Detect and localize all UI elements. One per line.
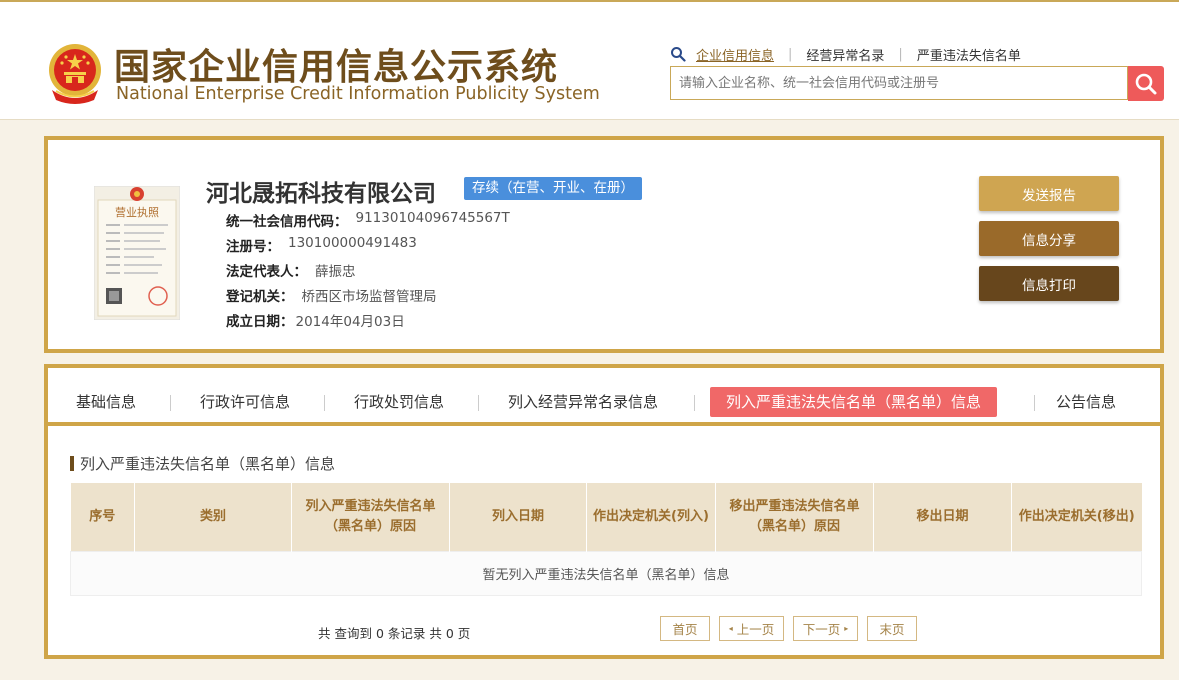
search-button[interactable] xyxy=(1128,66,1164,101)
print-info-button[interactable]: 信息打印 xyxy=(979,266,1119,301)
nav-separator: | xyxy=(898,46,903,62)
company-info-panel: 营业执照 河北晟拓科技有限公司 存续（在营、开业、在册） 统一社会信用代码： 9… xyxy=(44,136,1164,353)
chevron-right-icon: ▸ xyxy=(844,624,849,633)
section-title: 列入严重违法失信名单（黑名单）信息 xyxy=(70,453,335,474)
empty-table-message: 暂无列入严重违法失信名单（黑名单）信息 xyxy=(70,550,1142,596)
site-header: 国家企业信用信息公示系统 National Enterprise Credit … xyxy=(0,2,1179,120)
business-license-image: 营业执照 xyxy=(94,186,180,320)
tab-bar: 基础信息 行政许可信息 行政处罚信息 列入经营异常名录信息 列入严重违法失信名单… xyxy=(48,368,1160,426)
section-title-text: 列入严重违法失信名单（黑名单）信息 xyxy=(80,455,336,473)
col-header-list-reason: 列入严重违法失信名单（黑名单）原因 xyxy=(291,483,450,551)
info-value: 91130104096745567T xyxy=(355,210,510,226)
prev-page-button[interactable]: ◂ 上一页 xyxy=(719,616,784,641)
action-buttons: 发送报告 信息分享 信息打印 xyxy=(979,176,1119,311)
tab-admin-license[interactable]: 行政许可信息 xyxy=(200,387,290,417)
next-page-button[interactable]: 下一页 ▸ xyxy=(793,616,858,641)
info-row-legal-rep: 法定代表人： 薛振忠 xyxy=(226,260,356,280)
col-header-index: 序号 xyxy=(70,483,135,551)
share-info-button[interactable]: 信息分享 xyxy=(979,221,1119,256)
first-page-button[interactable]: 首页 xyxy=(660,616,710,641)
prev-page-label: 上一页 xyxy=(736,622,775,637)
chevron-left-icon: ◂ xyxy=(728,624,733,633)
record-total: 共 查询到 0 条记录 共 0 页 xyxy=(318,626,471,641)
info-row-reg-no: 注册号： 130100000491483 xyxy=(226,235,417,255)
tab-separator xyxy=(478,395,479,411)
col-header-category: 类别 xyxy=(134,483,292,551)
nav-link-blacklist[interactable]: 严重违法失信名单 xyxy=(917,45,1021,64)
info-row-credit-code: 统一社会信用代码： 91130104096745567T xyxy=(226,210,510,230)
last-page-button[interactable]: 末页 xyxy=(867,616,917,641)
col-header-list-date: 列入日期 xyxy=(449,483,587,551)
col-header-remove-date: 移出日期 xyxy=(873,483,1012,551)
info-row-established: 成立日期： 2014年04月03日 xyxy=(226,310,405,330)
tab-separator xyxy=(694,395,695,411)
col-header-remove-authority: 作出决定机关(移出) xyxy=(1011,483,1142,551)
tab-separator xyxy=(170,395,171,411)
search-input[interactable] xyxy=(671,67,1127,99)
tab-separator xyxy=(324,395,325,411)
tab-basic-info[interactable]: 基础信息 xyxy=(76,387,136,417)
site-title-en: National Enterprise Credit Information P… xyxy=(116,84,600,104)
info-label: 法定代表人： xyxy=(226,264,307,280)
table-header-row: 序号 类别 列入严重违法失信名单（黑名单）原因 列入日期 作出决定机关(列入) … xyxy=(70,483,1142,551)
info-row-reg-authority: 登记机关： 桥西区市场监督管理局 xyxy=(226,285,437,305)
tab-admin-penalty[interactable]: 行政处罚信息 xyxy=(354,387,444,417)
col-header-list-authority: 作出决定机关(列入) xyxy=(586,483,716,551)
nav-link-abnormal-list[interactable]: 经营异常名录 xyxy=(806,45,884,64)
search-icon xyxy=(671,47,686,62)
info-value: 桥西区市场监督管理局 xyxy=(301,289,437,305)
info-value: 130100000491483 xyxy=(288,235,417,251)
col-header-remove-reason: 移出严重违法失信名单（黑名单）原因 xyxy=(715,483,874,551)
tab-abnormal-list[interactable]: 列入经营异常名录信息 xyxy=(508,387,658,417)
search-icon xyxy=(1135,73,1157,94)
tab-blacklist[interactable]: 列入严重违法失信名单（黑名单）信息 xyxy=(710,387,998,417)
status-badge: 存续（在营、开业、在册） xyxy=(464,177,642,200)
info-value: 薛振忠 xyxy=(315,264,356,280)
top-nav-links: 企业信用信息 | 经营异常名录 | 严重违法失信名单 xyxy=(670,44,1021,64)
tab-separator xyxy=(1034,395,1035,411)
license-title: 营业执照 xyxy=(115,205,159,219)
info-tabs-panel: 基础信息 行政许可信息 行政处罚信息 列入经营异常名录信息 列入严重违法失信名单… xyxy=(44,364,1164,659)
tab-announcements[interactable]: 公告信息 xyxy=(1056,387,1116,417)
site-title-cn: 国家企业信用信息公示系统 xyxy=(114,47,559,88)
national-emblem-icon xyxy=(49,44,101,104)
section-title-marker xyxy=(70,456,74,471)
send-report-button[interactable]: 发送报告 xyxy=(979,176,1119,211)
info-label: 登记机关： xyxy=(226,289,294,305)
table-row: 暂无列入严重违法失信名单（黑名单）信息 xyxy=(70,550,1142,596)
next-page-label: 下一页 xyxy=(802,622,841,637)
nav-link-credit-info[interactable]: 企业信用信息 xyxy=(696,45,774,64)
info-label: 注册号： xyxy=(226,239,280,255)
nav-separator: | xyxy=(788,46,793,62)
info-label: 成立日期： xyxy=(226,314,294,330)
blacklist-table: 序号 类别 列入严重违法失信名单（黑名单）原因 列入日期 作出决定机关(列入) … xyxy=(70,483,1142,596)
info-label: 统一社会信用代码： xyxy=(226,214,348,230)
company-name: 河北晟拓科技有限公司 xyxy=(206,181,436,207)
search-box xyxy=(670,66,1128,100)
info-value: 2014年04月03日 xyxy=(295,314,405,330)
